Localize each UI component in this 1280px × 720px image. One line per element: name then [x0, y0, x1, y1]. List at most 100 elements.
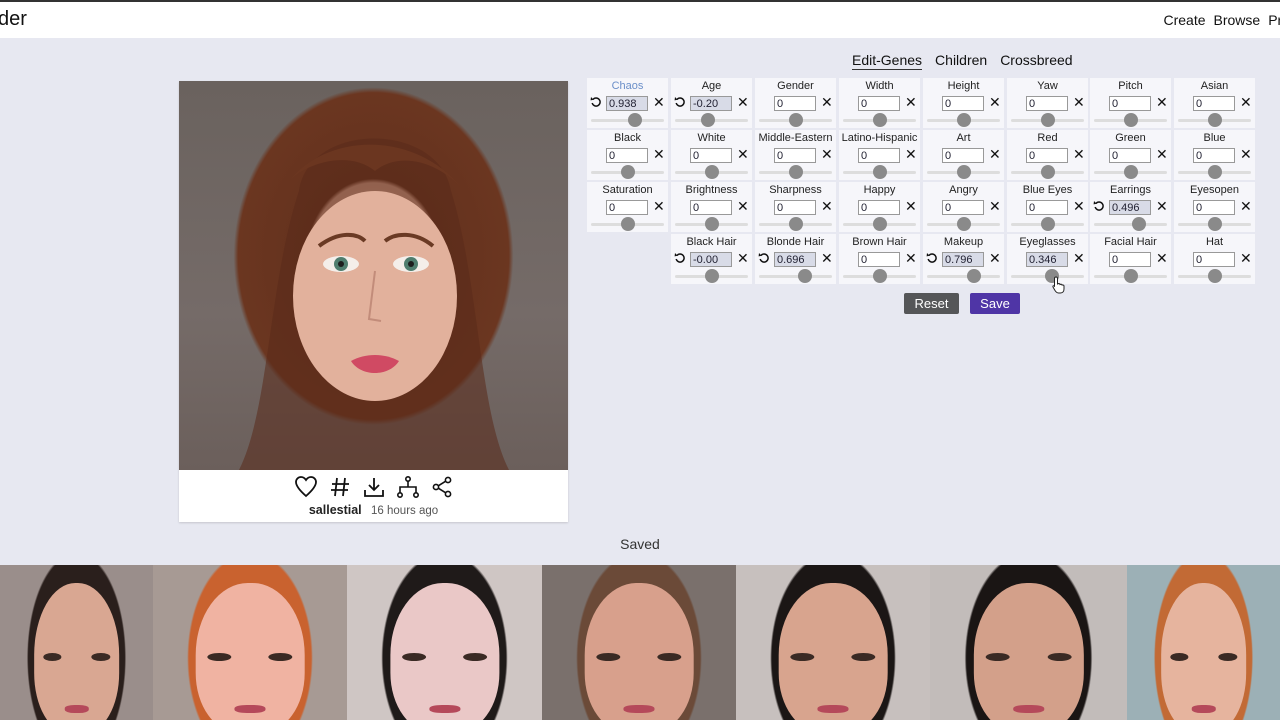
- saved-thumbnail[interactable]: [1127, 565, 1280, 720]
- slider-thumb[interactable]: [956, 113, 971, 127]
- slider-thumb[interactable]: [1207, 165, 1222, 179]
- clear-icon[interactable]: ✕: [1073, 199, 1085, 213]
- gene-value-input[interactable]: [942, 148, 984, 163]
- username[interactable]: sallestial: [309, 503, 362, 517]
- slider-track[interactable]: [927, 275, 1000, 278]
- clear-icon[interactable]: ✕: [905, 199, 917, 213]
- clear-icon[interactable]: ✕: [989, 251, 1001, 265]
- tab-crossbreed[interactable]: Crossbreed: [1000, 52, 1072, 70]
- gene-value-input[interactable]: [1193, 200, 1235, 215]
- slider-thumb[interactable]: [966, 269, 981, 283]
- brand-logo[interactable]: der: [0, 8, 27, 31]
- slider-thumb[interactable]: [700, 113, 715, 127]
- gene-value-input[interactable]: [1026, 148, 1068, 163]
- gene-value-input[interactable]: [942, 252, 984, 267]
- clear-icon[interactable]: ✕: [737, 147, 749, 161]
- slider-thumb[interactable]: [704, 217, 719, 231]
- gene-value-input[interactable]: [858, 148, 900, 163]
- tree-icon[interactable]: [396, 475, 420, 499]
- slider-thumb[interactable]: [956, 217, 971, 231]
- save-button[interactable]: Save: [970, 293, 1020, 314]
- slider-thumb[interactable]: [1207, 217, 1222, 231]
- gene-value-input[interactable]: [774, 96, 816, 111]
- clear-icon[interactable]: ✕: [1073, 251, 1085, 265]
- undo-icon[interactable]: [926, 252, 938, 264]
- gene-value-input[interactable]: [1109, 252, 1151, 267]
- clear-icon[interactable]: ✕: [1240, 95, 1252, 109]
- gene-value-input[interactable]: [858, 96, 900, 111]
- slider-thumb[interactable]: [1040, 165, 1055, 179]
- clear-icon[interactable]: ✕: [1156, 95, 1168, 109]
- clear-icon[interactable]: ✕: [821, 95, 833, 109]
- reset-button[interactable]: Reset: [904, 293, 959, 314]
- gene-value-input[interactable]: [1193, 96, 1235, 111]
- slider-thumb[interactable]: [627, 113, 642, 127]
- slider-thumb[interactable]: [620, 217, 635, 231]
- slider-thumb[interactable]: [797, 269, 812, 283]
- nav-profile[interactable]: Pro: [1268, 12, 1280, 28]
- gene-value-input[interactable]: [1193, 148, 1235, 163]
- clear-icon[interactable]: ✕: [821, 199, 833, 213]
- clear-icon[interactable]: ✕: [821, 147, 833, 161]
- clear-icon[interactable]: ✕: [905, 251, 917, 265]
- gene-value-input[interactable]: [858, 200, 900, 215]
- gene-value-input[interactable]: [1026, 252, 1068, 267]
- clear-icon[interactable]: ✕: [821, 251, 833, 265]
- tab-edit-genes[interactable]: Edit-Genes: [852, 52, 923, 70]
- gene-value-input[interactable]: [1026, 96, 1068, 111]
- gene-value-input[interactable]: [606, 148, 648, 163]
- clear-icon[interactable]: ✕: [653, 199, 665, 213]
- clear-icon[interactable]: ✕: [653, 147, 665, 161]
- gene-value-input[interactable]: [690, 252, 732, 267]
- slider-thumb[interactable]: [1040, 113, 1055, 127]
- slider-thumb[interactable]: [704, 165, 719, 179]
- nav-create[interactable]: Create: [1163, 12, 1205, 28]
- clear-icon[interactable]: ✕: [737, 251, 749, 265]
- share-icon[interactable]: [430, 475, 454, 499]
- gene-value-input[interactable]: [1026, 200, 1068, 215]
- clear-icon[interactable]: ✕: [1156, 199, 1168, 213]
- clear-icon[interactable]: ✕: [1073, 147, 1085, 161]
- gene-value-input[interactable]: [1109, 148, 1151, 163]
- slider-thumb[interactable]: [872, 165, 887, 179]
- slider-thumb[interactable]: [1207, 113, 1222, 127]
- clear-icon[interactable]: ✕: [737, 95, 749, 109]
- clear-icon[interactable]: ✕: [905, 95, 917, 109]
- slider-thumb[interactable]: [1132, 217, 1147, 231]
- saved-thumbnail[interactable]: [930, 565, 1127, 720]
- slider-thumb[interactable]: [872, 269, 887, 283]
- saved-thumbnail[interactable]: [0, 565, 153, 720]
- slider-thumb[interactable]: [788, 217, 803, 231]
- clear-icon[interactable]: ✕: [1073, 95, 1085, 109]
- slider-thumb[interactable]: [956, 165, 971, 179]
- gene-value-input[interactable]: [1109, 200, 1151, 215]
- clear-icon[interactable]: ✕: [1240, 199, 1252, 213]
- slider-thumb[interactable]: [620, 165, 635, 179]
- clear-icon[interactable]: ✕: [1156, 147, 1168, 161]
- slider-thumb[interactable]: [1207, 269, 1222, 283]
- undo-icon[interactable]: [674, 96, 686, 108]
- clear-icon[interactable]: ✕: [989, 95, 1001, 109]
- slider-thumb[interactable]: [788, 165, 803, 179]
- slider-thumb[interactable]: [788, 113, 803, 127]
- saved-thumbnail[interactable]: [347, 565, 542, 720]
- tab-children[interactable]: Children: [935, 52, 987, 70]
- heart-icon[interactable]: [294, 475, 318, 499]
- slider-thumb[interactable]: [1123, 269, 1138, 283]
- undo-icon[interactable]: [758, 252, 770, 264]
- gene-value-input[interactable]: [690, 96, 732, 111]
- gene-value-input[interactable]: [606, 96, 648, 111]
- gene-value-input[interactable]: [606, 200, 648, 215]
- gene-value-input[interactable]: [942, 96, 984, 111]
- gene-value-input[interactable]: [774, 200, 816, 215]
- gene-value-input[interactable]: [858, 252, 900, 267]
- clear-icon[interactable]: ✕: [905, 147, 917, 161]
- undo-icon[interactable]: [1093, 200, 1105, 212]
- clear-icon[interactable]: ✕: [653, 95, 665, 109]
- clear-icon[interactable]: ✕: [1240, 147, 1252, 161]
- gene-value-input[interactable]: [1109, 96, 1151, 111]
- undo-icon[interactable]: [590, 96, 602, 108]
- saved-thumbnail[interactable]: [736, 565, 930, 720]
- saved-thumbnail[interactable]: [153, 565, 347, 720]
- slider-thumb[interactable]: [872, 217, 887, 231]
